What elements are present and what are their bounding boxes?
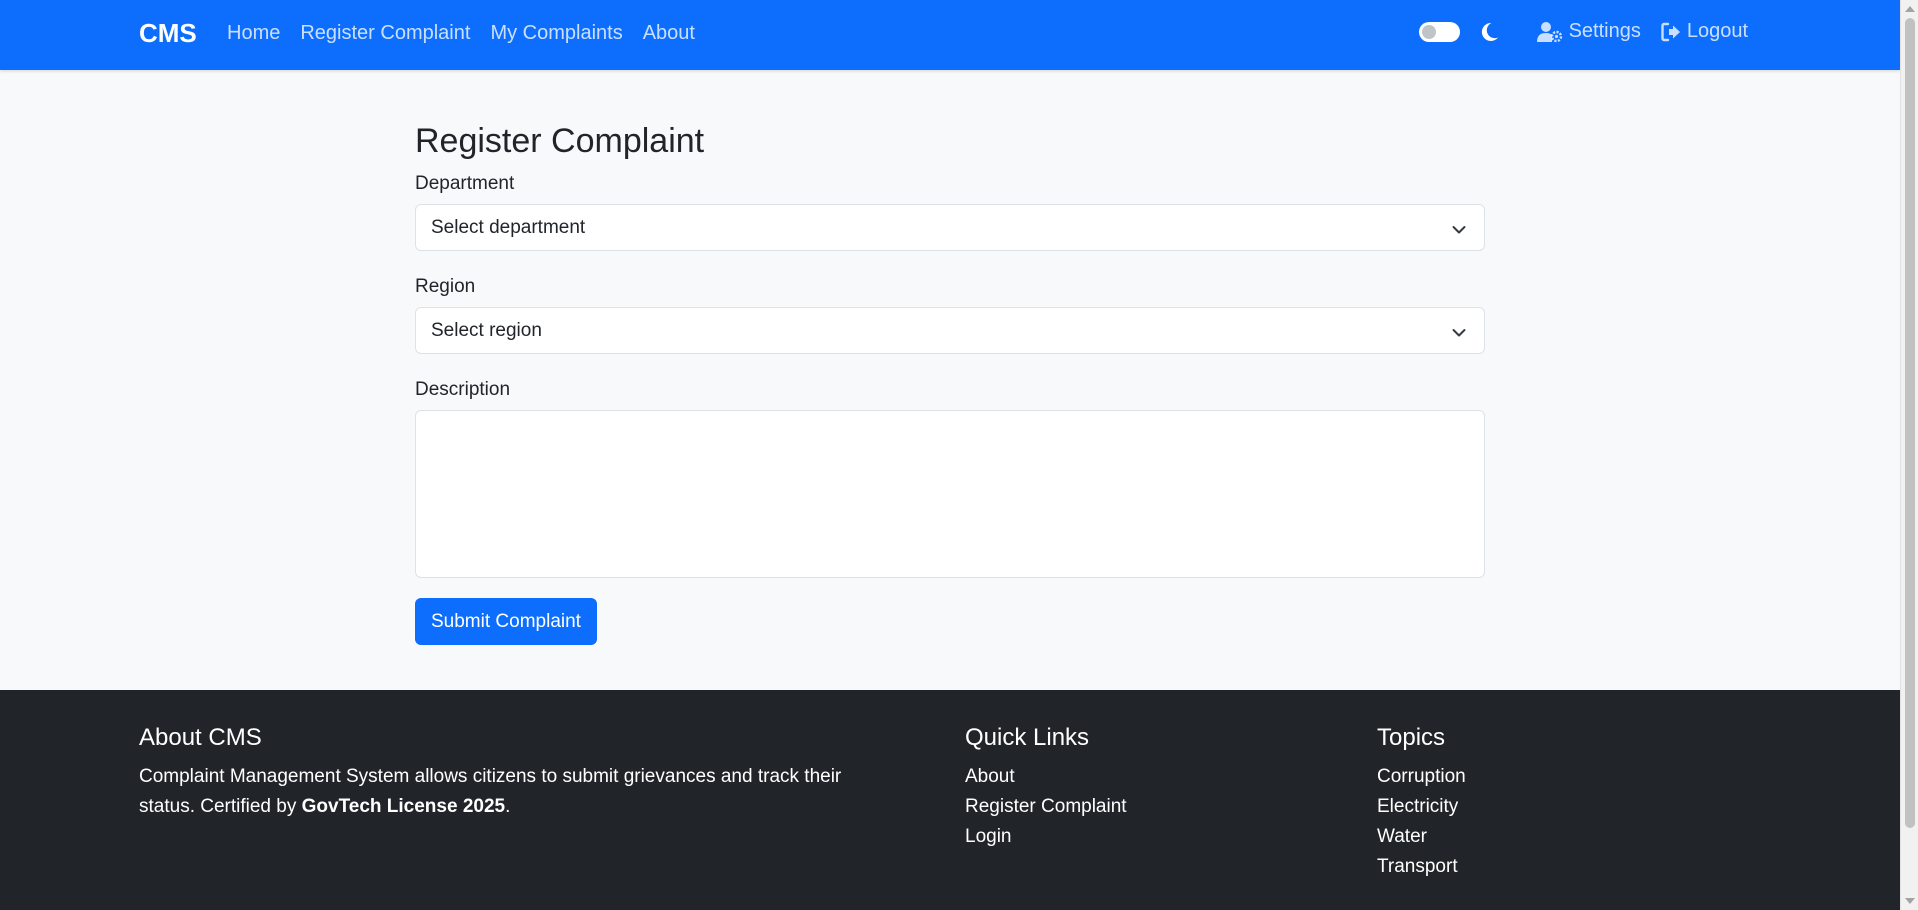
footer-topic-water[interactable]: Water	[1377, 826, 1427, 847]
region-select[interactable]: Select region	[415, 307, 1485, 354]
description-group: Description	[415, 378, 1485, 578]
list-item: About	[965, 762, 1127, 792]
settings-label: Settings	[1568, 20, 1641, 42]
nav-link-about[interactable]: About	[643, 22, 695, 45]
logout-icon	[1661, 22, 1681, 42]
department-label: Department	[415, 173, 515, 194]
department-selected-value: Select department	[431, 216, 586, 238]
footer-topics-heading: Topics	[1377, 724, 1446, 751]
footer-about-text-end: .	[505, 796, 511, 817]
footer-topics-section: Topics Corruption Electricity Water Tran…	[1377, 722, 1466, 882]
description-label: Description	[415, 379, 511, 400]
dark-mode-toggle[interactable]	[1418, 21, 1460, 42]
top-navbar: CMS Home Register Complaint My Complaint…	[0, 0, 1900, 70]
list-item: Register Complaint	[965, 792, 1127, 822]
logout-label: Logout	[1686, 20, 1748, 42]
register-complaint-form: Register Complaint Department Select dep…	[415, 118, 1485, 645]
brand-logo-link[interactable]: CMS	[139, 18, 197, 49]
site-footer: About CMS Complaint Management System al…	[0, 690, 1900, 910]
footer-about-section: About CMS Complaint Management System al…	[139, 722, 899, 822]
footer-quick-links-list: About Register Complaint Login	[965, 762, 1127, 852]
list-item: Corruption	[1377, 762, 1466, 792]
nav-links: Home Register Complaint My Complaints Ab…	[227, 22, 695, 45]
list-item: Water	[1377, 822, 1466, 852]
toggle-knob	[1421, 24, 1436, 39]
footer-link-login[interactable]: Login	[965, 826, 1012, 847]
nav-link-home[interactable]: Home	[227, 22, 280, 45]
scroll-down-arrow-icon[interactable]	[1905, 898, 1915, 904]
navbar-actions: Settings Logout	[1418, 20, 1748, 43]
region-selected-value: Select region	[431, 319, 542, 341]
logout-link[interactable]: Logout	[1661, 20, 1748, 43]
footer-quick-links-section: Quick Links About Register Complaint Log…	[965, 722, 1127, 852]
description-textarea[interactable]	[415, 410, 1485, 578]
footer-quick-links-heading: Quick Links	[965, 724, 1090, 751]
settings-link[interactable]: Settings	[1536, 20, 1641, 43]
footer-topic-corruption[interactable]: Corruption	[1377, 766, 1466, 787]
footer-license-text: GovTech License 2025	[301, 796, 506, 817]
department-select[interactable]: Select department	[415, 204, 1485, 251]
page-title: Register Complaint	[415, 122, 705, 160]
footer-about-heading: About CMS	[139, 724, 262, 751]
footer-about-text: Complaint Management System allows citiz…	[139, 762, 899, 822]
region-label: Region	[415, 276, 476, 297]
nav-link-register-complaint[interactable]: Register Complaint	[300, 22, 470, 45]
submit-complaint-button[interactable]: Submit Complaint	[415, 598, 597, 645]
footer-topics-list: Corruption Electricity Water Transport	[1377, 762, 1466, 882]
scroll-up-arrow-icon[interactable]	[1905, 6, 1915, 12]
list-item: Electricity	[1377, 792, 1466, 822]
footer-link-register-complaint[interactable]: Register Complaint	[965, 796, 1127, 817]
page-scrollbar[interactable]	[1900, 0, 1918, 910]
department-group: Department Select department	[415, 172, 1485, 251]
footer-topic-transport[interactable]: Transport	[1377, 856, 1458, 877]
chevron-down-icon	[1452, 324, 1466, 346]
chevron-down-icon	[1452, 221, 1466, 243]
moon-icon[interactable]	[1479, 21, 1501, 43]
scrollbar-thumb[interactable]	[1905, 18, 1915, 828]
nav-link-my-complaints[interactable]: My Complaints	[490, 22, 622, 45]
region-group: Region Select region	[415, 275, 1485, 354]
footer-link-about[interactable]: About	[965, 766, 1015, 787]
user-gear-icon	[1536, 21, 1563, 43]
list-item: Transport	[1377, 852, 1466, 882]
list-item: Login	[965, 822, 1127, 852]
footer-topic-electricity[interactable]: Electricity	[1377, 796, 1458, 817]
